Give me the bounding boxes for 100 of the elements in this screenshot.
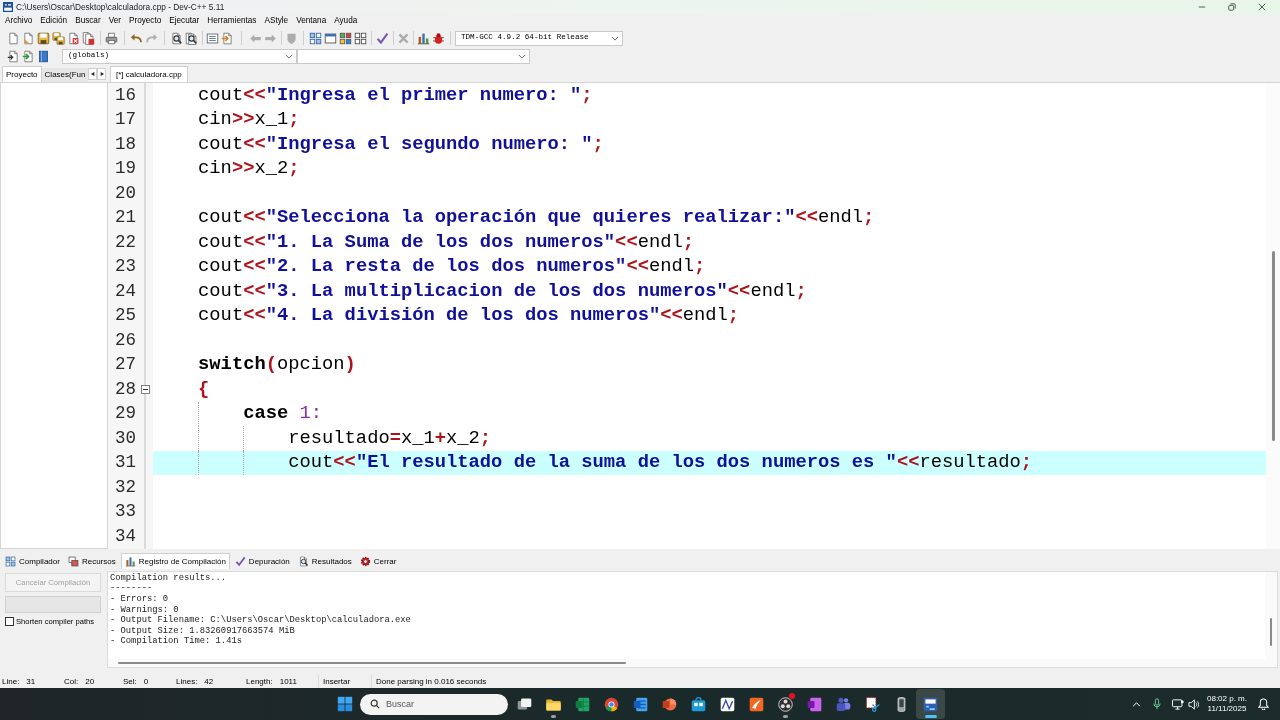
run-button[interactable] bbox=[323, 30, 338, 46]
panel-tab[interactable]: Cerrar bbox=[356, 554, 400, 569]
code-line: cout<<"El resultado de la suma de los dos numeros es "<<resultado; bbox=[288, 453, 1033, 473]
four-squares-icon bbox=[5, 556, 16, 567]
app-icon bbox=[3, 2, 13, 12]
line-number: 19 bbox=[115, 160, 136, 178]
clock-button[interactable]: 08:02 p. m. 11/11/2025 bbox=[1202, 690, 1252, 718]
text-block-icon bbox=[206, 31, 219, 45]
rebuild-button[interactable] bbox=[353, 30, 368, 46]
people-icon bbox=[835, 695, 852, 713]
minimize-icon bbox=[1198, 3, 1206, 11]
taskbar-app-button[interactable] bbox=[916, 689, 945, 719]
line-number: 33 bbox=[115, 503, 136, 521]
tab-scroll-right-button[interactable] bbox=[97, 68, 107, 80]
toolbar-button[interactable] bbox=[6, 48, 21, 64]
fold-minus-icon[interactable] bbox=[140, 384, 150, 394]
bell-icon bbox=[1257, 698, 1269, 710]
save-all-button[interactable] bbox=[51, 30, 66, 46]
replace-button[interactable] bbox=[184, 30, 199, 46]
menu-item[interactable]: Ayuda bbox=[330, 15, 362, 28]
blank-page-icon bbox=[7, 31, 20, 45]
print-button[interactable] bbox=[104, 30, 119, 46]
compile-run-button[interactable] bbox=[338, 30, 353, 46]
magnifier-pages-icon bbox=[185, 31, 198, 45]
magnifier-page-icon bbox=[297, 556, 309, 567]
menu-item[interactable]: Ventana bbox=[292, 15, 331, 28]
menu-item[interactable]: Edición bbox=[36, 15, 72, 28]
bar-chart-icon bbox=[124, 556, 136, 567]
compile-button[interactable] bbox=[308, 30, 323, 46]
search-field[interactable]: Buscar bbox=[360, 693, 508, 715]
status-value: 42 bbox=[204, 677, 214, 686]
menu-item[interactable]: Herramientas bbox=[203, 15, 261, 28]
chevron-down-icon bbox=[518, 53, 526, 59]
stacked-windows-icon bbox=[67, 556, 79, 567]
panel-tab[interactable]: Compilador bbox=[2, 554, 63, 569]
indent-button[interactable] bbox=[205, 30, 220, 46]
syntax-check-button[interactable] bbox=[375, 30, 390, 46]
code-line: resultado=x_1+x_2; bbox=[288, 428, 492, 448]
check-icon bbox=[234, 556, 246, 567]
four-squares-icon bbox=[309, 31, 322, 45]
book-icon bbox=[37, 49, 50, 63]
panel-tab[interactable]: Proyecto bbox=[2, 66, 42, 82]
spreadsheet-icon bbox=[574, 695, 591, 713]
line-number: 32 bbox=[115, 478, 136, 496]
menu-item[interactable]: AStyle bbox=[260, 15, 293, 28]
toolbar-button[interactable] bbox=[36, 48, 51, 64]
line-number: 26 bbox=[115, 331, 136, 349]
log-line: - Output Filename: C:\Users\Oscar\Desktop\calculadora.exe bbox=[110, 616, 411, 626]
document-icon bbox=[632, 695, 649, 713]
code-line: cout<<"Ingresa el segundo numero: "; bbox=[198, 134, 604, 154]
check-icon bbox=[376, 31, 389, 45]
debug-button[interactable] bbox=[431, 30, 446, 46]
page-arrow-icon bbox=[221, 31, 234, 45]
close-all-button[interactable] bbox=[81, 30, 96, 46]
page-arrow-icon bbox=[22, 49, 35, 63]
floppy-disks-icon bbox=[52, 31, 65, 45]
shield-icon bbox=[285, 31, 298, 45]
scrollbar-thumb bbox=[1270, 618, 1272, 646]
tab-scroll-left-button[interactable] bbox=[88, 68, 98, 80]
shopping-bag-icon bbox=[690, 695, 707, 713]
log-line: - Errors: 0 bbox=[110, 595, 169, 604]
status-label: Col: bbox=[64, 677, 79, 686]
line-number: 24 bbox=[115, 282, 136, 300]
page-curl-icon bbox=[22, 31, 35, 45]
code-line: cout<<"2. La resta de los dos numeros"<<endl; bbox=[198, 257, 706, 277]
status-label: Sel: bbox=[123, 677, 137, 686]
line-number: 18 bbox=[115, 135, 136, 153]
line-number: 27 bbox=[115, 356, 136, 374]
line-number: 25 bbox=[115, 307, 136, 325]
menu-item[interactable]: Ejecutar bbox=[165, 15, 204, 28]
menu-item[interactable]: Archivo bbox=[1, 15, 37, 28]
editor-tab[interactable]: [*] calculadora.cpp bbox=[110, 66, 188, 82]
menu-item[interactable]: Ver bbox=[104, 15, 125, 28]
panel-tab[interactable]: Depuración bbox=[231, 554, 293, 569]
code-line: cout<<"1. La Suma de los dos numeros"<<endl; bbox=[198, 232, 695, 252]
status-message: Done parsing in 0.016 seconds bbox=[376, 677, 487, 686]
save-button[interactable] bbox=[36, 30, 51, 46]
page-arrow-icon bbox=[7, 49, 20, 63]
panel-tab[interactable]: Registro de Compilación bbox=[120, 553, 230, 569]
panel-tab[interactable]: Clases(Fun bbox=[41, 68, 89, 82]
log-line: Compilation results... bbox=[110, 573, 227, 583]
status-value: 0 bbox=[143, 677, 149, 686]
four-squares-icon bbox=[354, 31, 367, 45]
speaker-icon bbox=[1187, 698, 1199, 710]
search-icon bbox=[370, 699, 380, 709]
chevron-up-icon bbox=[1131, 701, 1141, 707]
left-triangle-icon bbox=[91, 72, 95, 76]
menu-item[interactable]: Buscar bbox=[71, 15, 105, 28]
code-line: cout<<"Selecciona la operación que quieres realizar:"<<endl; bbox=[198, 208, 875, 228]
panel-tab[interactable]: Recursos bbox=[64, 554, 119, 569]
window-icon bbox=[324, 31, 337, 45]
menu-item[interactable]: Proyecto bbox=[124, 15, 166, 28]
line-number: 22 bbox=[115, 233, 136, 251]
window-tile-icon bbox=[922, 695, 939, 713]
line-number: 16 bbox=[115, 86, 136, 104]
log-line: - Output Size: 1.83260917663574 MiB bbox=[110, 626, 295, 636]
layered-tiles-icon bbox=[806, 695, 823, 713]
panel-tab[interactable]: Resultados bbox=[294, 554, 355, 569]
checkbox[interactable] bbox=[5, 617, 14, 626]
unindent-button[interactable] bbox=[220, 30, 235, 46]
